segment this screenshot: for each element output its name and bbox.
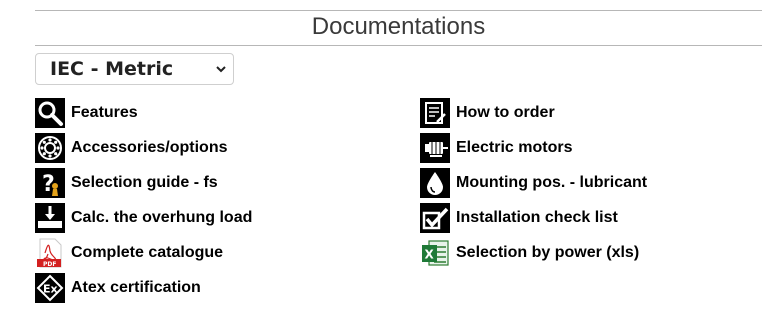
- top-divider: [35, 10, 762, 11]
- doc-link-atex[interactable]: Ex Atex certification: [35, 273, 201, 303]
- doc-label: How to order: [456, 104, 555, 121]
- oil-drop-icon: [420, 168, 450, 198]
- doc-link-selection-guide[interactable]: ? Selection guide - fs: [35, 168, 218, 198]
- doc-label: Electric motors: [456, 139, 573, 156]
- doc-link-accessories[interactable]: Accessories/options: [35, 133, 228, 163]
- doc-label: Mounting pos. - lubricant: [456, 174, 648, 191]
- standard-select-value: IEC - Metric: [50, 58, 174, 80]
- checklist-icon: [420, 203, 450, 233]
- doc-label: Selection by power (xls): [456, 244, 640, 261]
- doc-label: Complete catalogue: [71, 244, 224, 261]
- question-guide-icon: ?: [35, 168, 65, 198]
- doc-link-mounting-lubricant[interactable]: Mounting pos. - lubricant: [420, 168, 647, 198]
- pdf-icon: PDF: [37, 238, 62, 268]
- doc-link-catalogue[interactable]: PDF Complete catalogue: [35, 238, 223, 268]
- magnifier-icon: [35, 98, 65, 128]
- svg-text:PDF: PDF: [43, 261, 56, 268]
- atex-ex-icon: Ex: [35, 273, 65, 303]
- bearing-icon: [35, 133, 65, 163]
- chevron-down-icon: [216, 66, 226, 73]
- order-form-icon: [420, 98, 450, 128]
- svg-text:X: X: [425, 248, 435, 262]
- doc-link-electric-motors[interactable]: Electric motors: [420, 133, 572, 163]
- overhung-load-icon: [35, 203, 65, 233]
- doc-label: Accessories/options: [71, 139, 228, 156]
- doc-label: Installation check list: [456, 209, 618, 226]
- page-title: Documentations: [311, 13, 486, 40]
- doc-label: Calc. the overhung load: [71, 209, 253, 226]
- doc-link-checklist[interactable]: Installation check list: [420, 203, 618, 233]
- doc-link-selection-power-xls[interactable]: X Selection by power (xls): [420, 238, 639, 268]
- svg-text:Ex: Ex: [43, 283, 58, 296]
- doc-label: Features: [71, 104, 138, 121]
- doc-link-overhung-load[interactable]: Calc. the overhung load: [35, 203, 252, 233]
- title-divider: [35, 45, 762, 46]
- standard-select[interactable]: IEC - Metric: [35, 53, 234, 85]
- doc-link-features[interactable]: Features: [35, 98, 138, 128]
- motor-icon: [420, 133, 450, 163]
- doc-label: Atex certification: [71, 279, 201, 296]
- excel-icon: X: [422, 240, 449, 266]
- doc-link-how-to-order[interactable]: How to order: [420, 98, 555, 128]
- doc-label: Selection guide - fs: [71, 174, 218, 191]
